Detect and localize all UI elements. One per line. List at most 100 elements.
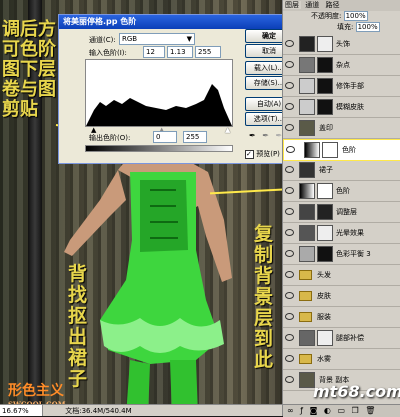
panel-tabs: 图层 通道 路径 [283, 0, 400, 11]
fill-row: 填充: 100% [283, 22, 400, 33]
eye-icon[interactable] [285, 61, 294, 68]
levels-dialog: 将美丽停格.pp 色阶 通道(C): RGB ▼ 输入色阶(I): 12 1.1… [58, 14, 297, 164]
layer-name: 修饰手部 [336, 82, 364, 90]
layer-row[interactable]: 修饰手部 [283, 76, 400, 97]
layer-row[interactable]: 盖印 [283, 118, 400, 139]
folder-icon [299, 270, 312, 280]
tab-paths[interactable]: 路径 [323, 1, 341, 9]
layer-name: 杂点 [336, 61, 350, 69]
black-eyedropper-icon[interactable]: ✒ [249, 131, 256, 140]
layer-row-selected[interactable]: 色阶 [283, 139, 400, 161]
input-white-field[interactable]: 255 [195, 46, 221, 58]
layer-thumbnail [299, 78, 315, 94]
eye-icon[interactable] [285, 229, 294, 236]
layer-name: 色阶 [342, 146, 356, 154]
eye-icon[interactable] [285, 124, 294, 131]
channel-select-value: RGB [122, 35, 138, 43]
layer-thumbnail [299, 162, 315, 178]
eye-icon[interactable] [285, 313, 294, 320]
eye-icon[interactable] [285, 208, 294, 215]
fill-label: 填充: [337, 23, 354, 31]
layer-mask-thumbnail [317, 330, 333, 346]
mask-icon[interactable]: ◙ [310, 406, 318, 415]
white-point-handle[interactable]: ▲ [225, 126, 230, 134]
layer-mask-thumbnail [317, 183, 333, 199]
layer-thumbnail [299, 330, 315, 346]
checkbox-checked-icon: ✓ [245, 150, 254, 159]
zoom-level[interactable]: 16.67% [0, 405, 43, 416]
output-black-field[interactable]: 0 [153, 131, 177, 143]
layer-row[interactable]: 头饰 [283, 34, 400, 55]
opacity-row: 不透明度: 100% [283, 11, 400, 22]
channel-select[interactable]: RGB ▼ [119, 33, 195, 45]
layer-thumbnail [299, 99, 315, 115]
layer-row[interactable]: 头发 [283, 265, 400, 286]
annotation-center: 背找抠出裙子 [68, 264, 88, 390]
layer-row[interactable]: 光晕效果 [283, 223, 400, 244]
eye-icon[interactable] [285, 376, 294, 383]
eye-icon[interactable] [285, 292, 294, 299]
opacity-field[interactable]: 100% [343, 11, 368, 21]
layer-name: 盖印 [319, 124, 333, 132]
levels-histogram [85, 59, 233, 127]
layer-mask-thumbnail [317, 99, 333, 115]
document-info: 文档:36.4M/540.4M [65, 407, 132, 415]
trash-icon[interactable]: 🗑 [365, 406, 375, 415]
new-layer-icon[interactable]: ❐ [352, 406, 359, 415]
eye-icon[interactable] [285, 40, 294, 47]
opacity-label: 不透明度: [311, 12, 342, 20]
layer-list: 头饰 杂点 修饰手部 模糊皮肤 盖印 色阶 裙子 色阶 调整层 光晕效果 色彩平… [283, 34, 400, 404]
eye-icon[interactable] [285, 103, 294, 110]
folder-icon [299, 354, 312, 364]
layer-name: 模糊皮肤 [336, 103, 364, 111]
eyedropper-group: ✒ ✒ ✒ [249, 131, 282, 140]
layer-mask-thumbnail [317, 225, 333, 241]
eye-icon[interactable] [285, 82, 294, 89]
input-black-field[interactable]: 12 [143, 46, 165, 58]
eye-icon[interactable] [285, 250, 294, 257]
new-folder-icon[interactable]: ▭ [337, 406, 345, 415]
layer-row[interactable]: 色彩平衡 3 [283, 244, 400, 265]
gray-eyedropper-icon[interactable]: ✒ [262, 131, 269, 140]
link-icon[interactable]: ∞ [287, 406, 294, 415]
fill-field[interactable]: 100% [355, 22, 380, 32]
preview-checkbox[interactable]: ✓ 预览(P) [245, 149, 280, 159]
tab-channels[interactable]: 通道 [303, 1, 321, 9]
fx-icon[interactable]: ƒ [300, 406, 303, 415]
eye-icon[interactable] [285, 166, 294, 173]
input-gamma-field[interactable]: 1.13 [167, 46, 193, 58]
layer-name: 头发 [317, 271, 331, 279]
adjustment-icon [299, 246, 315, 262]
layer-row[interactable]: 水雾 [283, 349, 400, 370]
eye-icon[interactable] [285, 271, 294, 278]
eye-icon[interactable] [285, 187, 294, 194]
status-bar: 16.67% 文档:36.4M/540.4M [0, 404, 300, 416]
layer-name: 服装 [317, 313, 331, 321]
layer-mask-thumbnail [317, 204, 333, 220]
layer-row[interactable]: 调整层 [283, 202, 400, 223]
output-white-field[interactable]: 255 [183, 131, 207, 143]
layers-toolbar: ∞ ƒ ◙ ◐ ▭ ❐ 🗑 [283, 404, 400, 417]
eye-icon[interactable] [286, 146, 295, 153]
eye-icon[interactable] [285, 334, 294, 341]
layer-row[interactable]: 皮肤 [283, 286, 400, 307]
levels-dialog-title: 将美丽停格.pp 色阶 [59, 15, 296, 29]
layer-row[interactable]: 服装 [283, 307, 400, 328]
layer-row[interactable]: 腿部补偿 [283, 328, 400, 349]
adjustment-layer-icon[interactable]: ◐ [324, 406, 331, 415]
site-watermark-text: mt68.com [313, 382, 400, 401]
layer-name: 皮肤 [317, 292, 331, 300]
layer-name: 调整层 [336, 208, 357, 216]
folder-icon [299, 312, 312, 322]
layer-row[interactable]: 裙子 [283, 160, 400, 181]
chevron-down-icon: ▼ [186, 35, 192, 43]
adjustment-icon [304, 142, 320, 158]
layer-row[interactable]: 杂点 [283, 55, 400, 76]
layer-row[interactable]: 模糊皮肤 [283, 97, 400, 118]
tab-layers[interactable]: 图层 [283, 1, 301, 9]
annotation-right: 复制背景层到此 [254, 224, 274, 371]
annotation-right-text: 复制背景层到此 [254, 223, 274, 371]
layer-row[interactable]: 色阶 [283, 181, 400, 202]
eye-icon[interactable] [285, 355, 294, 362]
layer-name: 水雾 [317, 355, 331, 363]
